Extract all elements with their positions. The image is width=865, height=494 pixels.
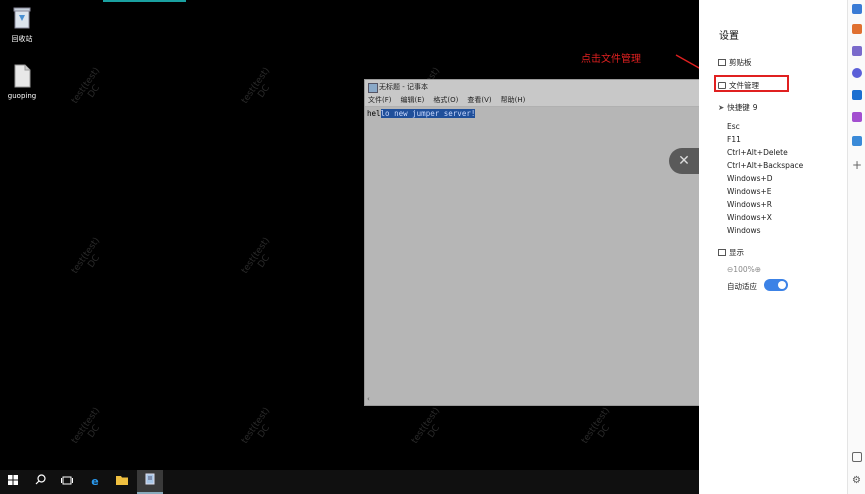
zoom-value: 100% [733, 265, 755, 274]
clipboard-icon [718, 59, 726, 66]
sidebar-app-icon-1[interactable] [852, 4, 862, 14]
annotation-text: 点击文件管理 [581, 54, 641, 65]
shortcut-item[interactable]: Windows+X [727, 213, 772, 222]
notepad-titlebar[interactable]: 无标题 - 记事本 [365, 80, 701, 94]
desktop-icon-recycle-bin[interactable]: 回收站 [0, 6, 44, 44]
auto-fit-label: 自动适应 [727, 282, 757, 291]
notepad-title: 无标题 - 记事本 [379, 83, 428, 91]
shortcut-item[interactable]: Windows+D [727, 174, 773, 183]
notepad-icon [145, 473, 155, 485]
file-icon [14, 64, 31, 88]
menu-file[interactable]: 文件(F) [368, 96, 392, 104]
text-selection: lo new jumper server! [380, 109, 476, 118]
file-explorer-icon [116, 476, 128, 485]
zoom-control[interactable]: ⊖100%⊕ [727, 265, 761, 274]
zoom-in-icon[interactable]: ⊕ [755, 265, 761, 274]
watermark: test(test)DC [70, 66, 110, 112]
shortcut-item[interactable]: Ctrl+Alt+Backspace [727, 161, 803, 170]
sidebar-app-icon-6[interactable] [852, 112, 862, 122]
search-icon [35, 474, 46, 485]
close-panel-button[interactable]: ✕ [669, 148, 699, 174]
shortcut-item[interactable]: Esc [727, 122, 740, 131]
notepad-menubar: 文件(F) 编辑(E) 格式(O) 查看(V) 帮助(H) [365, 94, 701, 106]
scroll-left-icon[interactable]: ‹ [367, 395, 370, 403]
notepad-taskbar-button[interactable] [137, 470, 163, 494]
send-icon: ➤ [718, 103, 725, 112]
notepad-window[interactable]: 无标题 - 记事本 文件(F) 编辑(E) 格式(O) 查看(V) 帮助(H) hell… [364, 79, 702, 406]
gear-icon[interactable]: ⚙ [852, 476, 862, 486]
shortcut-item[interactable]: Ctrl+Alt+Delete [727, 148, 788, 157]
notepad-content: hello new jumper server! [367, 109, 476, 118]
top-accent-line [103, 0, 186, 2]
shortcuts-label: 快捷键 [727, 103, 750, 112]
shortcut-item[interactable]: Windows+E [727, 187, 772, 196]
shortcuts-header[interactable]: ➤ 快捷键 9 [718, 102, 758, 113]
edge-icon: e [91, 475, 99, 488]
display-label: 显示 [729, 248, 744, 257]
sidebar-app-icon-7[interactable] [852, 136, 862, 146]
start-icon [8, 475, 18, 485]
task-view-button[interactable] [54, 470, 80, 494]
right-sidebar: + ⚙ [847, 0, 865, 494]
watermark: test(test)DC [70, 236, 110, 282]
sidebar-app-icon-2[interactable] [852, 24, 862, 34]
menu-help[interactable]: 帮助(H) [501, 96, 526, 104]
notepad-app-icon [368, 83, 378, 93]
shortcuts-count: 9 [752, 103, 758, 112]
menu-edit[interactable]: 编辑(E) [401, 96, 425, 104]
display-header: 显示 [718, 247, 744, 258]
highlight-box [714, 75, 789, 92]
start-button[interactable] [0, 470, 26, 494]
recycle-bin-icon [13, 7, 31, 29]
desktop-icon-guoping[interactable]: guoping [0, 64, 44, 100]
shortcut-item[interactable]: Windows [727, 226, 760, 235]
outlook-icon[interactable] [852, 90, 862, 100]
watermark: test(test)DC [580, 406, 620, 452]
display-icon [718, 249, 726, 256]
sidebar-app-icon-4[interactable] [852, 68, 862, 78]
taskbar: e [0, 470, 699, 494]
settings-title: 设置 [719, 31, 739, 42]
close-icon: ✕ [678, 153, 690, 169]
desktop-icon-label: guoping [7, 92, 37, 100]
text-unselected: hel [367, 109, 381, 118]
menu-view[interactable]: 查看(V) [467, 96, 491, 104]
clipboard-item[interactable]: 剪贴板 [718, 57, 752, 68]
file-explorer-button[interactable] [109, 470, 135, 494]
search-button[interactable] [27, 470, 53, 494]
watermark: test(test)DC [240, 406, 280, 452]
sidebar-app-icon-3[interactable] [852, 46, 862, 56]
watermark: test(test)DC [240, 66, 280, 112]
menu-format[interactable]: 格式(O) [433, 96, 458, 104]
desktop-icon-label: 回收站 [11, 35, 33, 43]
auto-fit-toggle[interactable] [764, 279, 788, 291]
clipboard-label: 剪贴板 [729, 58, 752, 67]
shortcut-item[interactable]: Windows+R [727, 200, 772, 209]
watermark: test(test)DC [410, 406, 450, 452]
task-view-icon [61, 476, 73, 485]
edge-button[interactable]: e [82, 470, 108, 494]
sidebar-screen-icon[interactable] [852, 452, 862, 462]
shortcut-item[interactable]: F11 [727, 135, 741, 144]
add-icon[interactable]: + [852, 159, 862, 171]
notepad-text-area[interactable]: hello new jumper server! ‹ [365, 107, 701, 405]
watermark: test(test)DC [240, 236, 280, 282]
watermark: test(test)DC [70, 406, 110, 452]
